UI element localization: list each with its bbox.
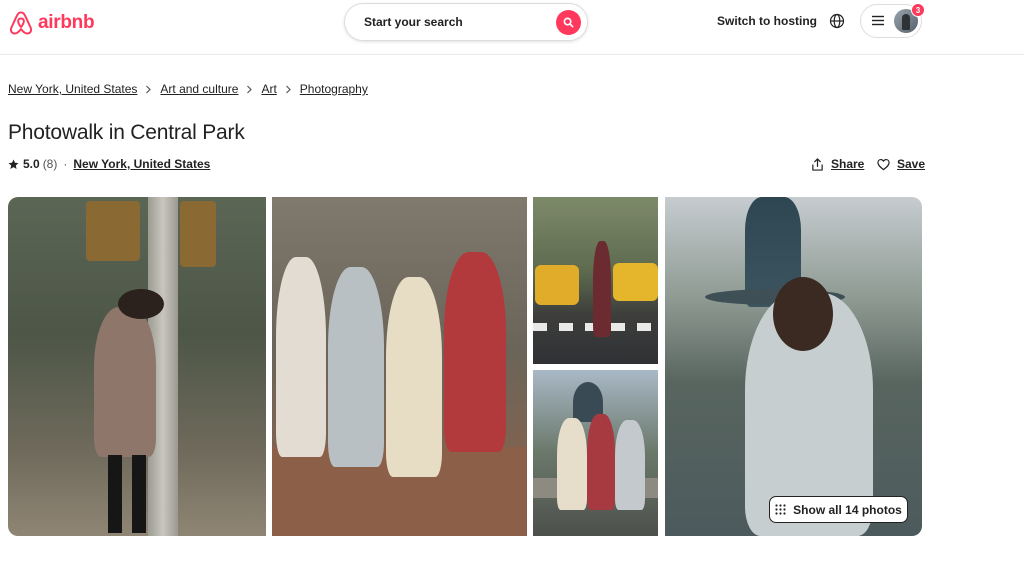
breadcrumb-item-photography[interactable]: Photography [300, 82, 368, 96]
person-shape [593, 241, 611, 337]
boot-shape [108, 455, 122, 533]
taxi-shape [613, 263, 658, 301]
page-title: Photowalk in Central Park [8, 121, 245, 144]
pedestrian-signal-shape [180, 201, 216, 267]
user-menu-button[interactable]: 3 [860, 3, 925, 38]
top-header: airbnb Start your search Switch to hosti… [0, 0, 1024, 55]
meta-separator: · [63, 157, 68, 171]
search-label: Start your search [364, 15, 463, 29]
person-shape [444, 252, 506, 452]
listing-meta: 5.0 (8) · New York, United States [8, 157, 210, 171]
breadcrumb-item-art-and-culture[interactable]: Art and culture [160, 82, 238, 96]
photo-four-women-walking[interactable] [272, 197, 527, 536]
rating-value: 5.0 [23, 157, 40, 171]
review-count[interactable]: (8) [43, 157, 58, 171]
pedestrian-signal-shape [86, 201, 140, 261]
photo-woman-crosswalk-taxis[interactable] [533, 197, 658, 364]
breadcrumb-item-art[interactable]: Art [261, 82, 276, 96]
photo-three-women-fountain[interactable] [533, 370, 658, 536]
hamburger-menu-icon [872, 15, 884, 26]
person-shape [328, 267, 384, 467]
airbnb-logo[interactable]: airbnb [8, 10, 95, 36]
breadcrumb: New York, United States Art and culture … [8, 82, 368, 96]
taxi-shape [535, 265, 579, 305]
photo-woman-lamppost[interactable] [8, 197, 266, 536]
share-label: Share [831, 157, 865, 171]
airbnb-logo-icon [9, 11, 33, 35]
search-icon [563, 17, 574, 28]
person-shape [557, 418, 587, 510]
person-shape [276, 257, 326, 457]
location-link[interactable]: New York, United States [73, 157, 210, 171]
grid-icon [775, 504, 786, 515]
photo-woman-trench-coat-fountain[interactable] [665, 197, 922, 536]
person-shape [615, 420, 645, 510]
switch-to-hosting-link[interactable]: Switch to hosting [717, 14, 817, 28]
person-shape [94, 307, 156, 457]
person-shape [587, 414, 615, 510]
star-icon [8, 159, 19, 169]
chevron-right-icon [285, 85, 291, 93]
save-button[interactable]: Save [877, 157, 925, 171]
avatar-figure [902, 14, 910, 30]
show-all-photos-button[interactable]: Show all 14 photos [769, 496, 908, 523]
notification-badge: 3 [911, 3, 925, 17]
globe-icon[interactable] [829, 13, 845, 29]
heart-icon [877, 158, 890, 170]
breadcrumb-item-location[interactable]: New York, United States [8, 82, 137, 96]
show-all-photos-label: Show all 14 photos [793, 502, 902, 517]
hat-shape [118, 289, 164, 319]
share-button[interactable]: Share [811, 157, 864, 171]
brand-name: airbnb [38, 12, 95, 33]
boot-shape [132, 455, 146, 533]
save-label: Save [897, 157, 926, 171]
search-button[interactable] [556, 10, 581, 35]
chevron-right-icon [146, 85, 152, 93]
person-shape [386, 277, 442, 477]
share-icon [812, 157, 823, 171]
search-bar[interactable]: Start your search [344, 3, 588, 41]
hair-shape [773, 277, 833, 351]
chevron-right-icon [247, 85, 253, 93]
